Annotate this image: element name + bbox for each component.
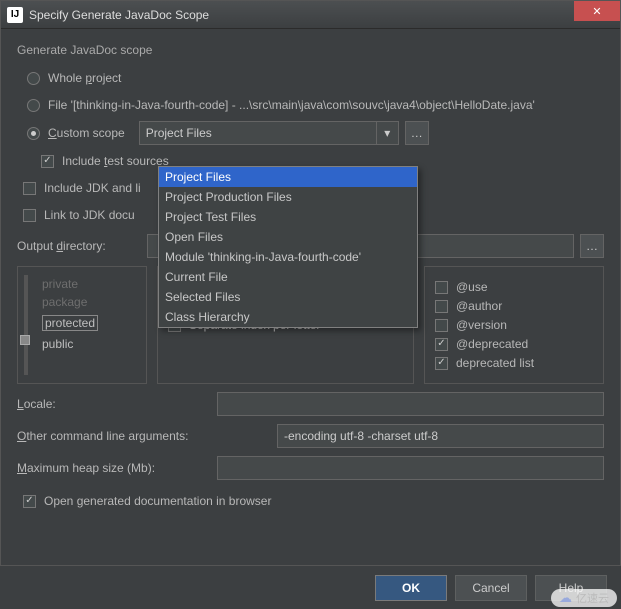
check-deprecated-list[interactable]: [435, 357, 448, 370]
locale-label: Locale:: [17, 397, 217, 411]
dropdown-option[interactable]: Class Hierarchy: [159, 307, 417, 327]
close-button[interactable]: ✕: [574, 1, 620, 21]
vis-private: private: [42, 277, 136, 291]
dialog-footer: OK Cancel Help: [0, 565, 621, 609]
scope-combo-value: Project Files: [146, 126, 212, 140]
check-include-jdk[interactable]: [23, 182, 36, 195]
radio-whole-project[interactable]: [27, 72, 40, 85]
visibility-slider-panel[interactable]: private package protected public: [17, 266, 147, 384]
vis-package: package: [42, 295, 136, 309]
check-deprecated-label: @deprecated: [456, 337, 528, 351]
scope-combo[interactable]: Project Files ▾: [139, 121, 399, 145]
ok-button[interactable]: OK: [375, 575, 447, 601]
check-open-doc-label: Open generated documentation in browser: [44, 494, 271, 508]
titlebar: IJ Specify Generate JavaDoc Scope ✕: [1, 1, 620, 29]
args-label: Other command line arguments:: [17, 429, 277, 443]
dropdown-option[interactable]: Selected Files: [159, 287, 417, 307]
check-version[interactable]: [435, 319, 448, 332]
check-use-label: @use: [456, 280, 488, 294]
locale-field[interactable]: [217, 392, 604, 416]
tags-panel: @use @author @version @deprecated deprec…: [424, 266, 604, 384]
vis-public: public: [42, 337, 136, 351]
radio-custom-label: Custom scope: [48, 126, 125, 140]
output-dir-browse-button[interactable]: …: [580, 234, 604, 258]
check-author-label: @author: [456, 299, 502, 313]
dropdown-option[interactable]: Module 'thinking-in-Java-fourth-code': [159, 247, 417, 267]
dropdown-option[interactable]: Project Production Files: [159, 187, 417, 207]
check-author[interactable]: [435, 300, 448, 313]
output-dir-label: Output directory:: [17, 239, 147, 253]
check-include-test-label: Include test sources: [62, 154, 169, 168]
check-open-doc[interactable]: [23, 495, 36, 508]
watermark: ☁ 亿速云: [551, 589, 617, 607]
check-include-jdk-label: Include JDK and li: [44, 181, 141, 195]
app-icon: IJ: [7, 7, 23, 23]
dropdown-option[interactable]: Open Files: [159, 227, 417, 247]
vis-protected: protected: [42, 315, 98, 331]
check-version-label: @version: [456, 318, 507, 332]
section-label: Generate JavaDoc scope: [17, 43, 604, 57]
dropdown-option[interactable]: Project Files: [159, 167, 417, 187]
slider-thumb[interactable]: [20, 335, 30, 345]
heap-label: Maximum heap size (Mb):: [17, 461, 217, 475]
check-deprecated-list-label: deprecated list: [456, 356, 534, 370]
check-link-jdk-label: Link to JDK docu: [44, 208, 135, 222]
check-deprecated[interactable]: [435, 338, 448, 351]
radio-custom-scope[interactable]: [27, 127, 40, 140]
scope-browse-button[interactable]: …: [405, 121, 429, 145]
slider-track: [24, 275, 28, 375]
scope-dropdown[interactable]: Project Files Project Production Files P…: [158, 166, 418, 328]
cancel-button[interactable]: Cancel: [455, 575, 527, 601]
check-include-test[interactable]: [41, 155, 54, 168]
radio-whole-label: Whole project: [48, 71, 121, 85]
radio-file[interactable]: [27, 99, 40, 112]
cloud-icon: ☁: [559, 590, 572, 606]
dialog-title: Specify Generate JavaDoc Scope: [29, 8, 209, 22]
check-use[interactable]: [435, 281, 448, 294]
radio-file-label: File '[thinking-in-Java-fourth-code] - .…: [48, 98, 535, 112]
dropdown-option[interactable]: Current File: [159, 267, 417, 287]
args-field[interactable]: -encoding utf-8 -charset utf-8: [277, 424, 604, 448]
dropdown-option[interactable]: Project Test Files: [159, 207, 417, 227]
heap-field[interactable]: [217, 456, 604, 480]
chevron-down-icon[interactable]: ▾: [376, 122, 398, 144]
check-link-jdk[interactable]: [23, 209, 36, 222]
